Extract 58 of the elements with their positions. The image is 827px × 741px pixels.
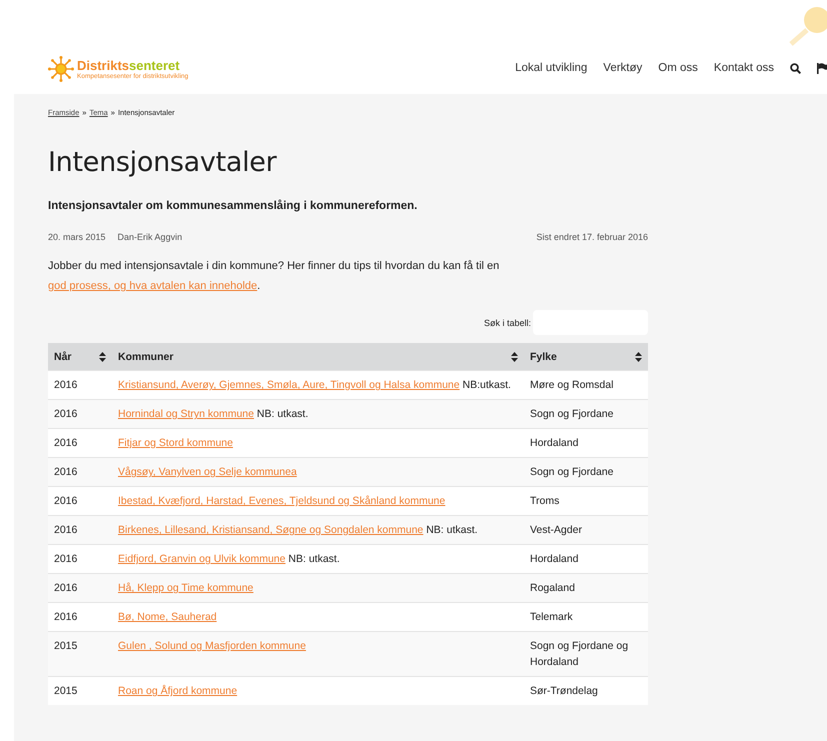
note-text: NB: utkast. bbox=[256, 408, 308, 420]
logo-wordmark[interactable]: Distriktssenteret bbox=[77, 58, 188, 72]
updated-date: Sist endret 17. februar 2016 bbox=[536, 232, 648, 242]
year-cell: 2016 bbox=[54, 379, 78, 391]
sort-icon[interactable] bbox=[99, 352, 106, 362]
note-text: NB:utkast. bbox=[462, 379, 511, 391]
nav-link[interactable]: Kontakt oss bbox=[714, 62, 774, 74]
municipality-link[interactable]: Fitjar og Stord kommune bbox=[118, 437, 233, 449]
municipality-link[interactable]: Kristiansund, Averøy, Gjemnes, Smøla, Aure, Tingvoll og Halsa kommune bbox=[118, 379, 460, 391]
author-name: Dan-Erik Aggvin bbox=[118, 232, 182, 242]
municipality-link[interactable]: Eidfjord, Granvin og Ulvik kommune bbox=[118, 553, 286, 565]
municipality-link[interactable]: Hå, Klepp og Time kommune bbox=[118, 582, 254, 594]
municipality-link[interactable]: Birkenes, Lillesand, Kristiansand, Søgne og Songdalen kommune bbox=[118, 524, 424, 536]
nav-link[interactable]: Om oss bbox=[658, 62, 698, 74]
county-cell: Sogn og Fjordane bbox=[530, 408, 614, 420]
lead-text: Intensjonsavtaler om kommunesammenslåing i kommunereformen. bbox=[48, 200, 418, 212]
column-header-label[interactable]: Kommuner bbox=[118, 350, 174, 362]
county-cell: Rogaland bbox=[530, 582, 575, 594]
county-cell: Hordaland bbox=[530, 437, 578, 449]
sort-icon[interactable] bbox=[635, 352, 642, 362]
year-cell: 2016 bbox=[54, 524, 78, 536]
year-cell: 2016 bbox=[54, 495, 78, 507]
year-cell: 2016 bbox=[54, 553, 78, 565]
year-cell: 2016 bbox=[54, 437, 78, 449]
year-cell: 2016 bbox=[54, 466, 78, 478]
intro-link[interactable]: god prosess, og hva avtalen kan inneholde bbox=[48, 280, 258, 292]
flag-icon[interactable] bbox=[817, 62, 827, 74]
year-cell: 2016 bbox=[54, 582, 78, 594]
publish-date: 20. mars 2015 bbox=[48, 232, 106, 242]
sort-icon[interactable] bbox=[511, 352, 518, 362]
sun-logo-icon bbox=[48, 56, 74, 82]
county-cell: Møre og Romsdal bbox=[530, 379, 614, 391]
search-icon[interactable] bbox=[790, 62, 801, 74]
municipality-link[interactable]: Bø, Nome, Sauherad bbox=[118, 611, 217, 623]
county-cell: Vest-Agder bbox=[530, 524, 582, 536]
county-cell: Sogn og Fjordane bbox=[530, 466, 614, 478]
note-text: NB: utkast. bbox=[288, 553, 340, 565]
year-cell: 2016 bbox=[54, 611, 78, 623]
intro-paragraph: Jobber du med intensjonsavtale i din kommune? Her finner du tips til hvordan du kan få til en god prosess, og hva avtalen kan inneholde. bbox=[48, 259, 500, 294]
municipality-link[interactable]: Vågsøy, Vanylven og Selje kommunea bbox=[118, 466, 297, 478]
municipality-link[interactable]: Hornindal og Stryn kommune bbox=[118, 408, 254, 420]
county-cell: Troms bbox=[530, 495, 560, 507]
nav-link[interactable]: Verktøy bbox=[603, 62, 642, 74]
nav-link[interactable]: Lokal utvikling bbox=[515, 62, 588, 74]
year-cell: 2015 bbox=[54, 685, 78, 697]
year-cell: 2015 bbox=[54, 640, 78, 652]
search-label: Søk i tabell: bbox=[484, 318, 531, 328]
note-text: NB: utkast. bbox=[426, 524, 478, 536]
municipality-link[interactable]: Roan og Åfjord kommune bbox=[118, 685, 238, 697]
page-title: Intensjonsavtaler bbox=[48, 147, 278, 178]
county-cell: Telemark bbox=[530, 611, 573, 623]
municipality-link[interactable]: Gulen , Solund og Masfjorden kommune bbox=[118, 640, 306, 652]
county-cell: Sør-Trøndelag bbox=[530, 685, 598, 697]
column-header-label[interactable]: Fylke bbox=[530, 350, 557, 362]
county-cell: Sogn og Fjordane og Hordaland bbox=[530, 640, 628, 668]
county-cell: Hordaland bbox=[530, 553, 578, 565]
column-header-label[interactable]: Når bbox=[54, 350, 72, 362]
year-cell: 2016 bbox=[54, 408, 78, 420]
